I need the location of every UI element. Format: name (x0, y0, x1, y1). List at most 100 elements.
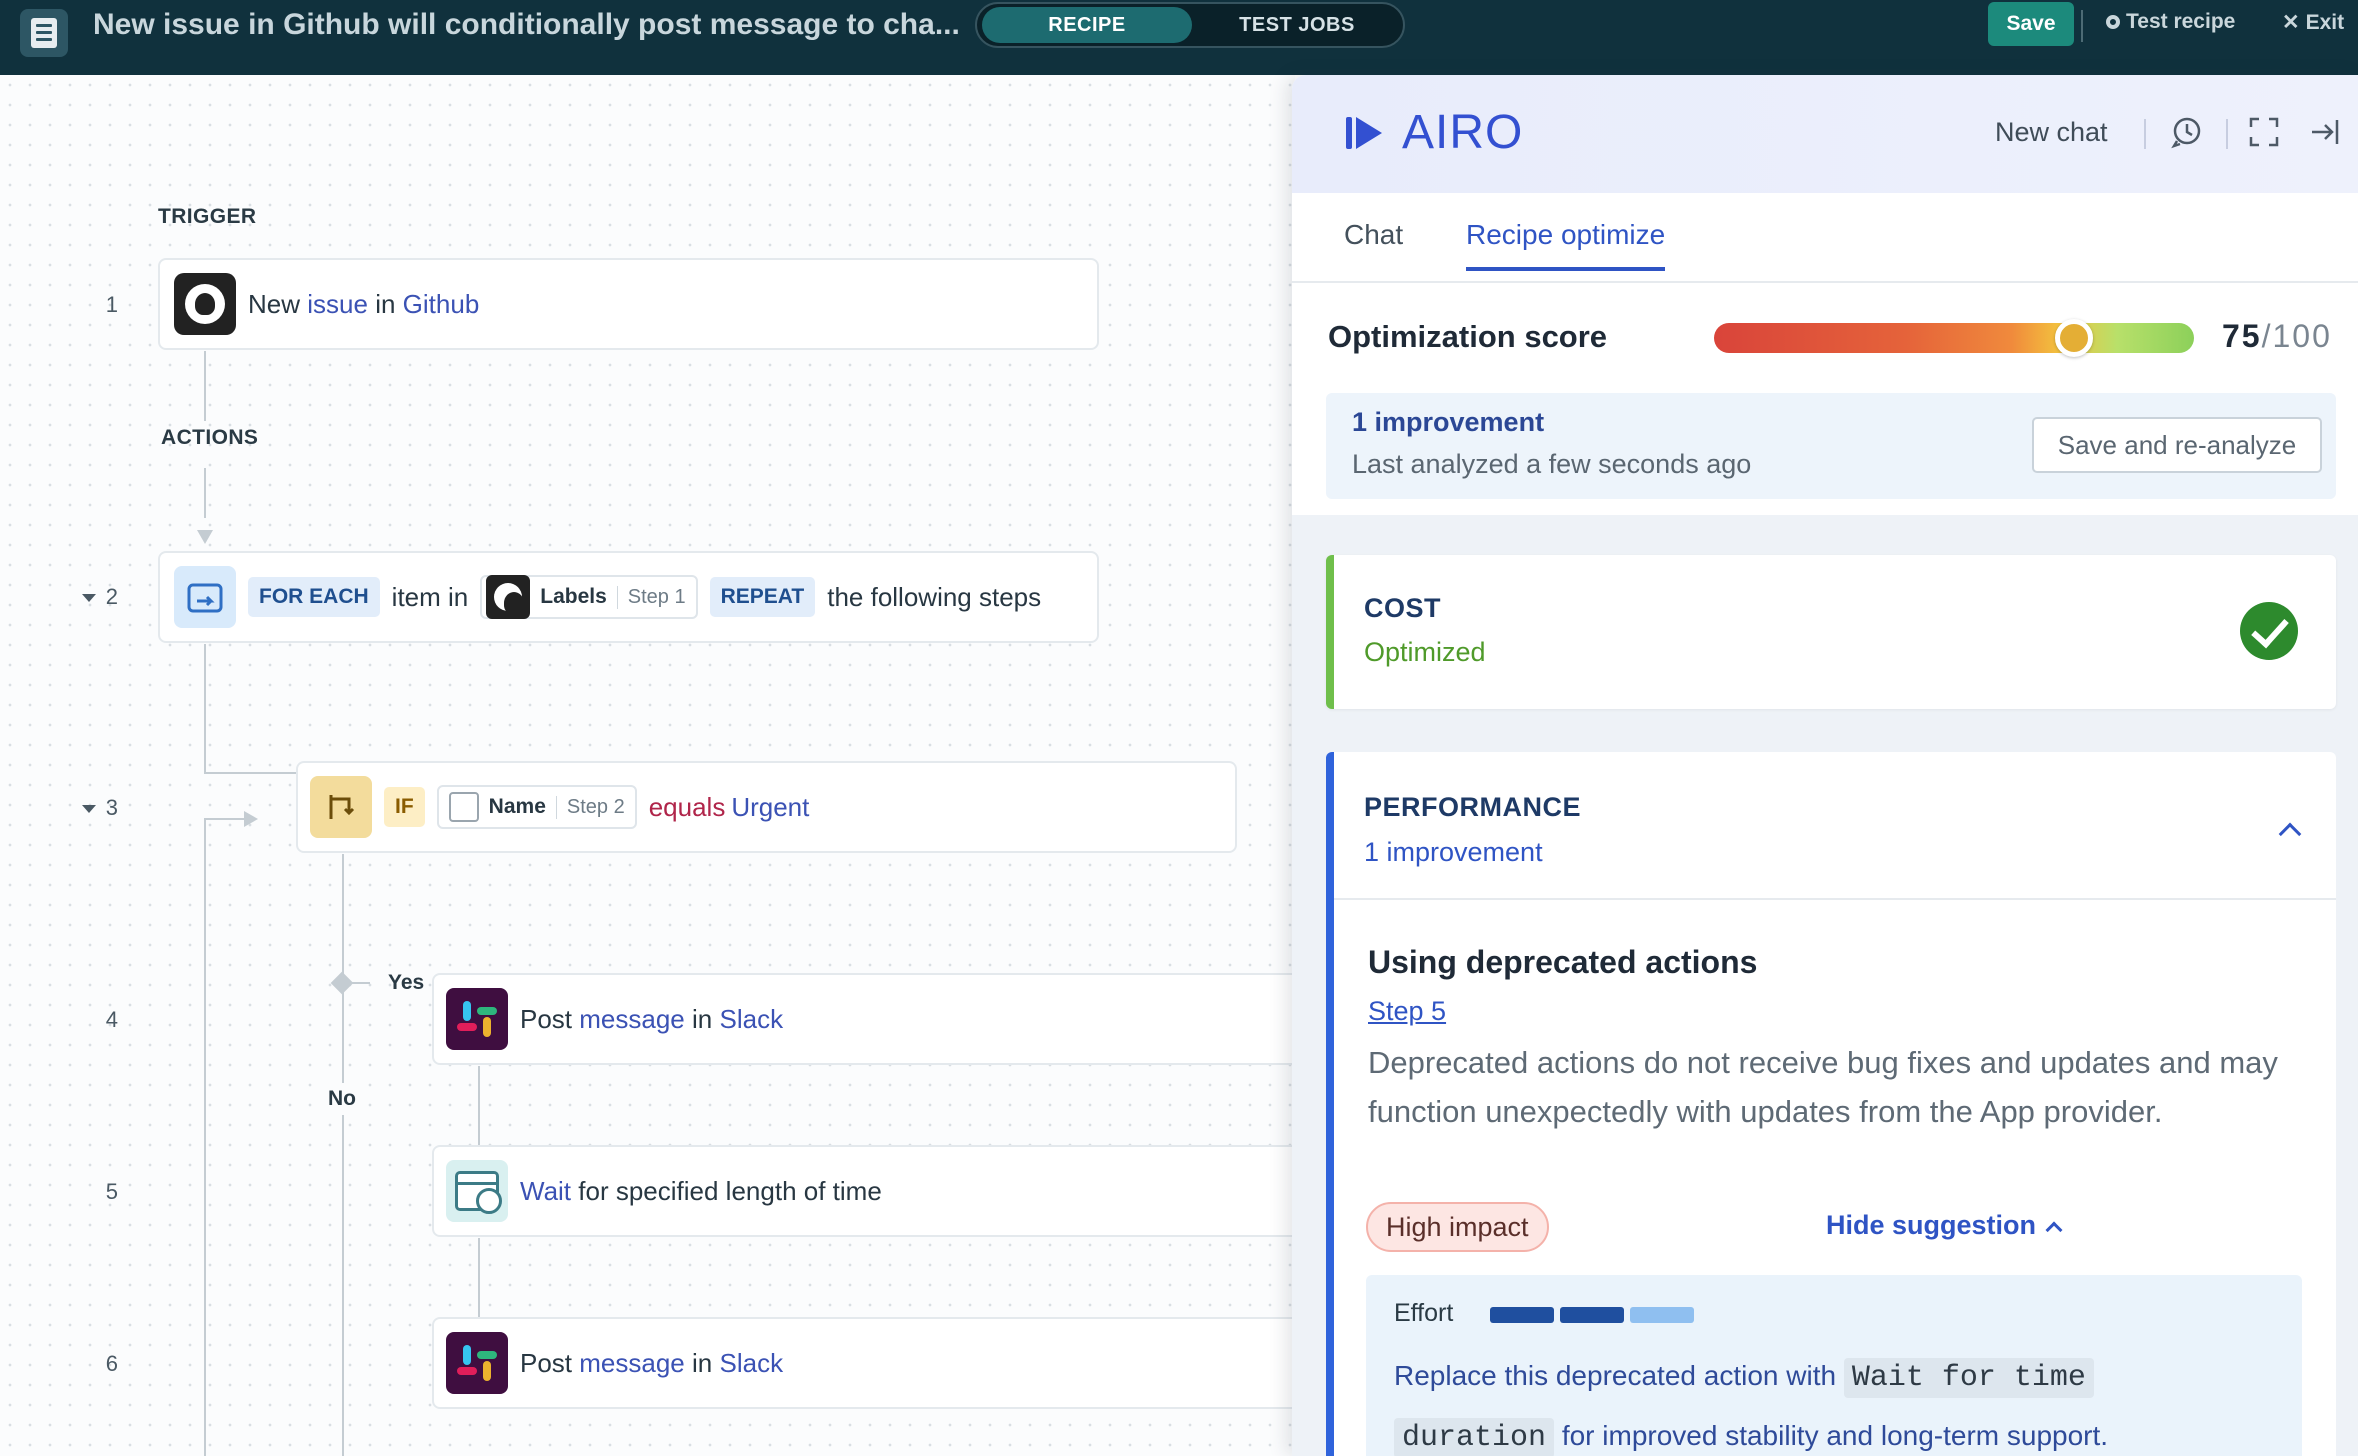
impact-badge: High impact (1366, 1202, 1549, 1252)
code-snippet: duration (1394, 1418, 1555, 1456)
performance-title: PERFORMANCE (1364, 792, 1582, 822)
datapill-name: Name (488, 795, 546, 818)
repeat-icon (174, 566, 236, 628)
history-icon[interactable] (2170, 115, 2204, 149)
step-1-text: New issue in Github (248, 288, 480, 319)
step-2-card[interactable]: FOR EACH item in Labels Step 1 REPEAT th… (158, 551, 1099, 643)
panel-tabs: Chat Recipe optimize (1292, 193, 2358, 283)
chevron-up-icon[interactable] (2278, 822, 2302, 846)
connector-line (204, 351, 206, 421)
arrow-down-icon (197, 530, 213, 544)
view-switcher: RECIPE TEST JOBS (975, 2, 1405, 48)
chevron-up-icon (2045, 1221, 2063, 1238)
save-button[interactable]: Save (1988, 2, 2074, 46)
step-6-text: Post message in Slack (520, 1347, 784, 1378)
score-knob (2055, 319, 2093, 357)
cost-title: COST (1364, 593, 1442, 623)
branch-yes-label: Yes (388, 971, 425, 994)
calendar-clock-icon (446, 1160, 508, 1222)
step-number: 5 (105, 1179, 118, 1204)
last-analyzed: Last analyzed a few seconds ago (1352, 449, 1752, 479)
step-3-card[interactable]: IF Name Step 2 equals Urgent (296, 761, 1237, 853)
if-keyword: IF (384, 787, 425, 827)
step-number: 6 (105, 1351, 118, 1376)
effort-segment (1560, 1307, 1624, 1323)
loop-line (204, 818, 244, 820)
panel-header: AIRO New chat (1292, 75, 2358, 193)
airo-logo-icon (1346, 117, 1382, 149)
effort-label: Effort (1394, 1299, 1454, 1327)
step-number: 2 (105, 584, 118, 609)
tab-test-jobs[interactable]: TEST JOBS (1197, 7, 1397, 43)
step-number: 3 (105, 795, 118, 820)
name-datapill[interactable]: Name Step 2 (436, 785, 637, 829)
optimization-list: COST Optimized PERFORMANCE 1 improvement… (1292, 515, 2358, 1456)
tab-recipe-optimize[interactable]: Recipe optimize (1466, 219, 1666, 271)
performance-count: 1 improvement (1364, 837, 1543, 867)
slack-icon (446, 1332, 508, 1394)
issue-step-link[interactable]: Step 5 (1368, 996, 1446, 1027)
repeat-icon (448, 792, 479, 822)
tab-chat[interactable]: Chat (1344, 219, 1403, 251)
close-icon: ✕ (2282, 11, 2300, 34)
recipe-title[interactable]: New issue in Github will conditionally p… (93, 8, 960, 42)
step-4-card[interactable]: Post message in Slack (432, 973, 1312, 1065)
recipe-canvas[interactable]: TRIGGER 1 New issue in Github ACTIONS 2 … (0, 75, 1312, 1456)
github-icon (174, 273, 236, 335)
improvement-count: 1 improvement (1352, 407, 1545, 437)
expand-icon[interactable] (2247, 115, 2281, 149)
actions-label: ACTIONS (161, 426, 259, 449)
test-recipe-button[interactable]: Test recipe (2106, 10, 2235, 34)
condition-value: Urgent (731, 791, 810, 822)
divider (1334, 898, 2336, 900)
header-divider (2226, 119, 2228, 149)
airo-brand: AIRO (1402, 106, 1524, 159)
branch-line (350, 982, 370, 984)
collapse-panel-icon[interactable] (2308, 115, 2342, 149)
airo-panel: AIRO New chat Chat Recipe optimize Optim… (1292, 75, 2358, 1456)
datapill-name: Labels (540, 585, 607, 608)
header-divider (2144, 119, 2146, 149)
datapill-step: Step 2 (555, 795, 625, 819)
trigger-label: TRIGGER (158, 205, 257, 228)
branch-no-label: No (328, 1083, 356, 1115)
connector-line (204, 468, 206, 518)
condition-operator: equals (648, 791, 726, 822)
step-6-card[interactable]: Post message in Slack (432, 1317, 1312, 1409)
save-and-reanalyze-button[interactable]: Save and re-analyze (2032, 417, 2322, 473)
gear-icon (2106, 15, 2120, 29)
hide-suggestion-button[interactable]: Hide suggestion (1826, 1210, 2063, 1241)
optimization-score-label: Optimization score (1328, 319, 1608, 354)
score-value: 75/100 (2222, 318, 2332, 354)
check-circle-icon (2240, 602, 2298, 660)
github-icon (486, 575, 531, 619)
if-condition-icon (310, 776, 372, 838)
repeat-keyword: REPEAT (709, 577, 816, 617)
item-in-text: item in (391, 581, 469, 612)
slack-icon (446, 988, 508, 1050)
recipe-document-icon[interactable] (20, 9, 68, 57)
suggestion-box: Effort Replace this deprecated action wi… (1366, 1275, 2302, 1456)
step-2-tail: the following steps (827, 581, 1042, 612)
step-number: 4 (105, 1007, 118, 1032)
test-recipe-label: Test recipe (2126, 10, 2236, 33)
top-bar: New issue in Github will conditionally p… (0, 0, 2358, 75)
suggestion-text: Replace this deprecated action with Wait… (1394, 1347, 2274, 1456)
step-5-card[interactable]: Wait for specified length of time (432, 1145, 1312, 1237)
step-5-text: Wait for specified length of time (520, 1175, 882, 1206)
new-chat-button[interactable]: New chat (1995, 117, 2108, 148)
issue-description: Deprecated actions do not receive bug fi… (1368, 1045, 2278, 1129)
improvement-summary: 1 improvement Last analyzed a few second… (1326, 393, 2336, 499)
score-bar (1714, 319, 2194, 357)
datapill-step: Step 1 (616, 585, 686, 609)
exit-label: Exit (2305, 10, 2345, 34)
tab-recipe[interactable]: RECIPE (982, 7, 1192, 43)
cost-category-card[interactable]: COST Optimized (1326, 555, 2336, 709)
step-1-card[interactable]: New issue in Github (158, 258, 1099, 350)
branch-line (342, 854, 344, 1456)
foreach-keyword: FOR EACH (248, 577, 380, 617)
issue-title: Using deprecated actions (1368, 944, 1758, 980)
exit-button[interactable]: ✕ Exit (2282, 10, 2344, 35)
effort-segment (1490, 1307, 1554, 1323)
labels-datapill[interactable]: Labels Step 1 (480, 575, 698, 619)
